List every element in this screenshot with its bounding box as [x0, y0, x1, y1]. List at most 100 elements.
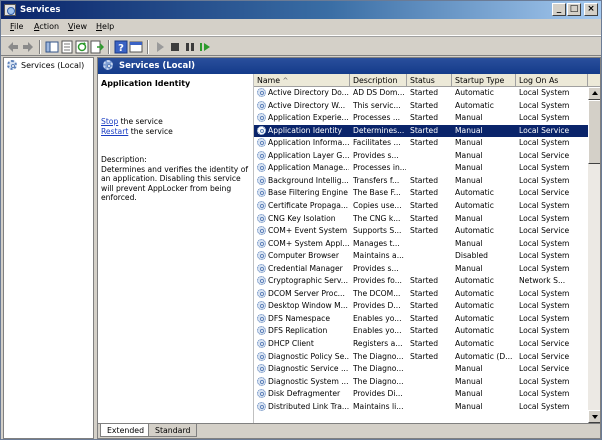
service-startup-cell: Automatic [455, 301, 494, 311]
export-list-icon[interactable] [90, 40, 104, 54]
service-row[interactable]: DCOM Server Proc... The DCOM... Started Aut… [254, 288, 588, 301]
service-row[interactable]: Application Identity Determines... Started… [254, 124, 588, 138]
scroll-up-button[interactable] [588, 87, 600, 100]
service-row[interactable]: Base Filtering Engine The Base F... Starte… [254, 187, 588, 200]
menu-bar: File Action View Help [1, 19, 601, 36]
service-name-cell: Credential Manager [268, 263, 343, 273]
service-startup-cell: Automatic [455, 326, 494, 336]
show-console-icon[interactable] [129, 40, 143, 54]
service-description-cell: Transfers f... [353, 175, 400, 185]
service-name-cell: Application Layer G... [268, 150, 349, 160]
service-name-cell: Diagnostic Service ... [268, 364, 349, 374]
service-logon-cell: Local System [519, 313, 570, 323]
service-row[interactable]: Active Directory Do... AD DS Dom... Starte… [254, 87, 588, 100]
service-status-cell: Started [410, 326, 439, 336]
service-row[interactable]: DFS Namespace Enables yo... Started Automat… [254, 313, 588, 326]
service-row[interactable]: Certificate Propaga... Copies use... Start… [254, 200, 588, 213]
service-row[interactable]: Application Informa... Facilitates ... Sta… [254, 137, 588, 150]
service-description-cell: Facilitates ... [353, 138, 401, 148]
service-name-cell: Base Filtering Engine [268, 188, 348, 198]
service-description-cell: The Base F... [353, 188, 401, 198]
service-row[interactable]: CNG Key Isolation The CNG k... Started Manu… [254, 213, 588, 226]
service-startup-cell: Automatic [455, 88, 494, 97]
forward-arrow-icon[interactable] [21, 40, 35, 54]
service-row[interactable]: Application Experie... Processes ... Start… [254, 112, 588, 125]
services-app-icon[interactable] [4, 4, 16, 16]
service-status-cell: Started [410, 288, 439, 298]
column-header-status[interactable]: Status [407, 74, 452, 87]
tree-item-label: Services (Local) [21, 61, 85, 70]
minimize-button[interactable]: _ [552, 3, 566, 16]
service-row[interactable]: Diagnostic Policy Se... The Diagno... Star… [254, 351, 588, 364]
properties-sheet-icon[interactable] [60, 40, 74, 54]
refresh-icon[interactable] [75, 40, 89, 54]
services-gear-icon [103, 60, 113, 70]
service-name-cell: Diagnostic System ... [268, 376, 349, 386]
service-description-cell: Processes in... [353, 163, 406, 173]
scroll-thumb[interactable] [588, 100, 600, 164]
service-startup-cell: Manual [455, 364, 483, 374]
service-row[interactable]: COM+ Event System Supports S... Started Aut… [254, 225, 588, 238]
service-description-cell: Provides s... [353, 150, 399, 160]
service-row[interactable]: Credential Manager Provides s... Manual Loc… [254, 263, 588, 276]
menu-help[interactable]: Help [96, 22, 114, 31]
service-status-cell: Started [410, 351, 439, 361]
service-row[interactable]: Diagnostic Service ... The Diagno... Manua… [254, 363, 588, 376]
service-row[interactable]: Computer Browser Maintains a... Disabled Lo… [254, 250, 588, 263]
service-row[interactable]: DHCP Client Registers a... Started Automati… [254, 338, 588, 351]
column-header-description[interactable]: Description [350, 74, 407, 87]
service-logon-cell: Network S... [519, 276, 566, 286]
tab-standard[interactable]: Standard [148, 424, 198, 437]
stop-service-icon[interactable] [168, 40, 182, 54]
start-service-icon[interactable] [153, 40, 167, 54]
service-row[interactable]: Cryptographic Serv... Provides fo... Start… [254, 275, 588, 288]
close-button[interactable]: × [584, 3, 598, 16]
service-startup-cell: Automatic [455, 339, 494, 348]
service-startup-cell: Manual [455, 389, 483, 399]
service-row[interactable]: COM+ System Appl... Manages t... Manual Loc… [254, 238, 588, 251]
scroll-down-button[interactable] [588, 410, 600, 423]
restart-service-icon[interactable] [198, 40, 212, 54]
service-logon-cell: Local System [519, 251, 570, 261]
service-row[interactable]: Background Intellig... Transfers f... Star… [254, 175, 588, 188]
stop-service-text: the service [118, 117, 163, 126]
service-status-cell: Started [410, 88, 439, 97]
service-startup-cell: Automatic [455, 188, 494, 198]
service-row[interactable]: Application Layer G... Provides s... Manua… [254, 150, 588, 163]
service-name-cell: Application Identity [268, 125, 342, 135]
column-header-log-on-as[interactable]: Log On As [516, 74, 588, 87]
service-row[interactable]: Application Manage... Processes in... Manu… [254, 162, 588, 175]
service-description-cell: Enables yo... [353, 326, 402, 336]
column-header-name[interactable]: Name ^ [254, 74, 350, 87]
service-row[interactable]: Disk Defragmenter Provides Di... Manual Loc… [254, 388, 588, 401]
show-hide-tree-icon[interactable] [45, 40, 59, 54]
help-icon[interactable]: ? [114, 40, 128, 54]
service-row[interactable]: Distributed Link Tra... Maintains li... Ma… [254, 401, 588, 414]
service-row[interactable]: DFS Replication Enables yo... Started Autom… [254, 325, 588, 338]
service-name-cell: DCOM Server Proc... [268, 288, 345, 298]
stop-service-link[interactable]: Stop [101, 117, 118, 126]
service-description-cell: Provides fo... [353, 276, 402, 286]
vertical-scrollbar[interactable] [588, 87, 600, 423]
maximize-button[interactable]: □ [567, 3, 581, 16]
service-row[interactable]: Desktop Window M... Provides D... Started A… [254, 300, 588, 313]
pause-service-icon[interactable] [183, 40, 197, 54]
menu-file[interactable]: File [10, 22, 23, 31]
service-actions: Stop the service Restart the service [101, 117, 173, 136]
menu-action[interactable]: Action [34, 22, 59, 31]
tab-extended[interactable]: Extended [100, 424, 152, 437]
service-status-cell: Started [410, 276, 439, 286]
back-arrow-icon[interactable] [6, 40, 20, 54]
menu-view-label: iew [73, 22, 87, 31]
service-row[interactable]: Diagnostic System ... The Diagno... Manual… [254, 376, 588, 389]
service-status-cell: Started [410, 113, 439, 123]
service-name-cell: Background Intellig... [268, 175, 349, 185]
service-gear-icon [257, 163, 266, 173]
column-header-startup-type[interactable]: Startup Type [452, 74, 516, 87]
restart-service-link[interactable]: Restart [101, 127, 128, 136]
service-gear-icon [257, 226, 266, 236]
title-bar[interactable]: Services _ □ × [1, 1, 601, 19]
service-row[interactable]: Active Directory W... This servic... Start… [254, 100, 588, 113]
service-startup-cell: Manual [455, 263, 483, 273]
menu-view[interactable]: View [68, 22, 87, 31]
